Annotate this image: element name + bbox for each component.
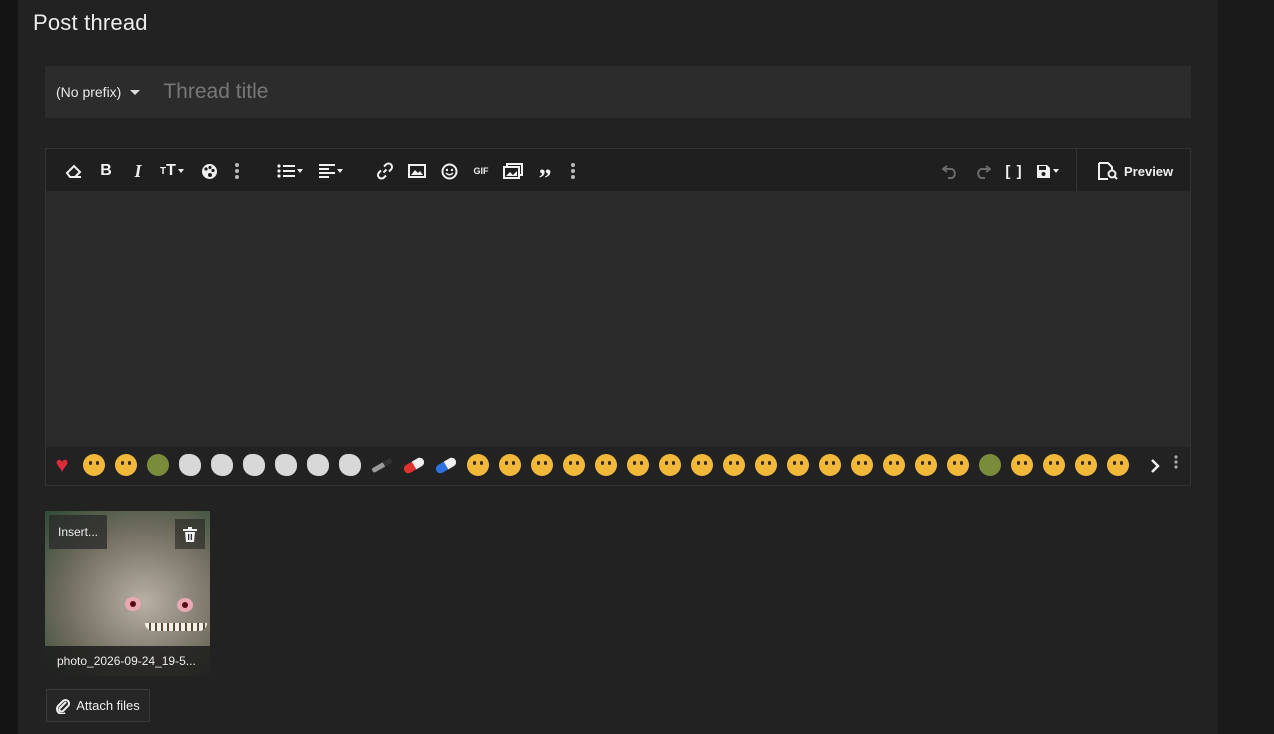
attach-files-label: Attach files [76,698,140,713]
trash-icon [183,526,197,542]
emoji-confused-icon[interactable] [787,454,809,476]
post-thread-panel: Post thread (No prefix) B I TT [18,0,1218,734]
emoji-knife-icon[interactable] [371,457,393,474]
emoji-laughing-icon[interactable] [595,454,617,476]
thread-title-input[interactable] [151,66,1191,118]
paperclip-icon [56,698,71,714]
emoji-wojak-icon[interactable] [211,454,233,476]
bold-icon[interactable]: B [95,160,117,182]
emoji-frown-icon[interactable] [755,454,777,476]
list-icon[interactable] [275,160,305,182]
emoji-smile-icon[interactable] [499,454,521,476]
emoji-rolling-on-floor-icon[interactable] [115,454,137,476]
emoji-grin-icon[interactable] [467,454,489,476]
emoji-scream-icon[interactable] [1043,454,1065,476]
delete-attachment-button[interactable] [175,519,205,549]
emoji-wojak-icon[interactable] [307,454,329,476]
emoji-shrek-icon[interactable] [147,454,169,476]
more-vertical-icon[interactable] [562,160,584,182]
emoji-worried-icon[interactable] [819,454,841,476]
preview-label: Preview [1124,163,1174,179]
media-icon[interactable] [502,160,524,182]
page-title: Post thread [33,10,148,35]
emoji-bar: ♥ [46,447,1190,485]
align-icon[interactable] [316,160,346,182]
prefix-dropdown[interactable]: (No prefix) [45,66,151,118]
fish-eye [177,598,193,612]
prefix-label: (No prefix) [56,84,122,100]
emoji-wojak-icon[interactable] [243,454,265,476]
emoji-raised-eyebrow-icon[interactable] [915,454,937,476]
italic-icon[interactable]: I [127,160,149,182]
emoji-tears-of-joy-icon[interactable] [659,454,681,476]
quote-icon[interactable]: ” [534,160,556,192]
fish-teeth [145,623,207,631]
emoji-smirk-icon[interactable] [883,454,905,476]
emoji-tears-of-joy-icon[interactable] [83,454,105,476]
emoji-heart-icon[interactable]: ♥ [51,454,73,476]
emoji-unamused-icon[interactable] [851,454,873,476]
emoji-wojak-icon[interactable] [339,454,361,476]
attachment-thumbnail[interactable]: Insert... photo_2026-09-24_19-5... [45,511,210,676]
thread-title-row: (No prefix) [45,66,1191,118]
emoji-rage-face-icon[interactable] [179,454,201,476]
redo-icon[interactable] [971,160,993,182]
emoji-blue-pill-icon[interactable] [434,456,458,475]
emoji-wojak-icon[interactable] [275,454,297,476]
emoji-thinking-icon[interactable] [947,454,969,476]
text-size-icon[interactable]: TT [156,160,188,182]
preview-icon [1098,162,1118,180]
undo-icon[interactable] [939,160,961,182]
gif-icon[interactable]: GIF [470,160,492,182]
page-right-strip [1218,0,1274,734]
save-draft-icon[interactable] [1032,160,1062,182]
page-left-strip [0,0,18,734]
smiley-icon[interactable] [438,160,460,182]
fish-eye [125,597,141,611]
attach-files-button[interactable]: Attach files [46,689,150,722]
insert-button[interactable]: Insert... [49,515,107,549]
chevron-down-icon [130,89,141,95]
toolbar-divider [1076,149,1077,191]
image-icon[interactable] [406,160,428,182]
emoji-tongue-icon[interactable] [531,454,553,476]
emoji-grinning-icon[interactable] [563,454,585,476]
more-vertical-icon[interactable] [1174,455,1178,474]
chevron-right-icon[interactable] [1150,457,1160,480]
emoji-red-pill-icon[interactable] [402,456,426,475]
more-vertical-icon[interactable] [226,160,248,182]
emoji-kissing-icon[interactable] [1011,454,1033,476]
eraser-icon[interactable] [63,160,85,182]
emoji-wink-icon[interactable] [723,454,745,476]
editor-toolbar: B I TT GIF ” [] Preview [46,149,1190,192]
brackets-icon[interactable]: [ ] [1003,160,1025,182]
emoji-flushed-icon[interactable] [1075,454,1097,476]
emoji-pepe-icon[interactable] [979,454,1001,476]
attachment-filename: photo_2026-09-24_19-5... [45,646,210,676]
link-icon[interactable] [374,160,396,182]
editor-content[interactable] [46,191,1190,443]
emoji-star-struck-icon[interactable] [691,454,713,476]
rich-text-editor: B I TT GIF ” [] Preview ♥ [45,148,1191,486]
emoji-rolling-eyes-icon[interactable] [1107,454,1129,476]
emoji-rolling-on-floor-icon[interactable] [627,454,649,476]
preview-button[interactable]: Preview [1098,161,1173,181]
palette-icon[interactable] [198,160,220,182]
